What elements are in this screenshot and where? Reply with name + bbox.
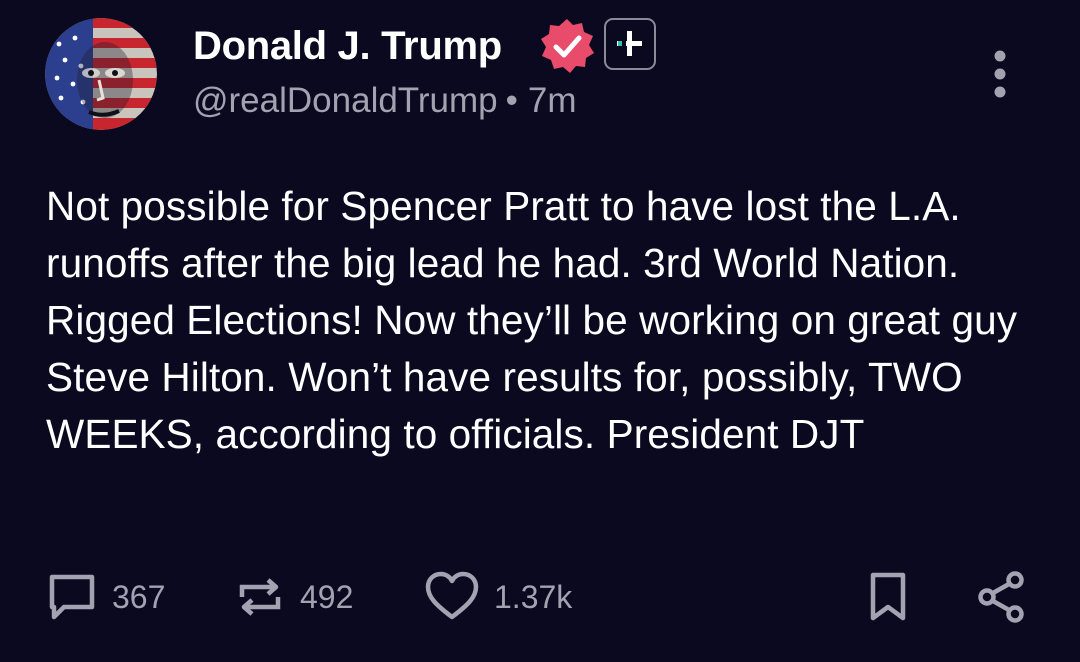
post-text: Not possible for Spencer Pratt to have l… xyxy=(46,183,1018,457)
bookmark-icon xyxy=(870,572,906,621)
like-button[interactable]: 1.37k xyxy=(424,570,572,624)
bookmark-button[interactable] xyxy=(866,570,910,624)
share-button[interactable] xyxy=(975,570,1029,624)
reply-button[interactable]: 367 xyxy=(46,570,165,624)
post-timestamp[interactable]: 7m xyxy=(528,81,577,120)
meta-separator: • xyxy=(505,81,518,120)
repost-icon xyxy=(239,578,281,616)
follow-plus-icon xyxy=(617,31,642,56)
share-icon xyxy=(978,571,1024,623)
avatar-image xyxy=(45,18,157,130)
more-vertical-icon xyxy=(994,50,1006,98)
like-count: 1.37k xyxy=(494,579,573,615)
follow-button[interactable] xyxy=(604,18,656,70)
more-options-button[interactable] xyxy=(986,46,1014,102)
reply-count: 367 xyxy=(112,579,166,615)
retruth-button[interactable]: 492 xyxy=(234,570,353,624)
retruth-count: 492 xyxy=(300,579,354,615)
post-card: Donald J. Trump @realDonaldTrump • 7m Not … xyxy=(0,0,1080,662)
heart-icon xyxy=(425,571,479,620)
author-meta: @realDonaldTrump • 7m xyxy=(193,79,577,123)
comment-icon xyxy=(49,574,95,620)
author-avatar[interactable] xyxy=(45,18,157,130)
verified-badge-icon xyxy=(537,16,597,76)
author-display-name[interactable]: Donald J. Trump xyxy=(193,22,502,70)
author-handle[interactable]: @realDonaldTrump xyxy=(193,81,498,120)
